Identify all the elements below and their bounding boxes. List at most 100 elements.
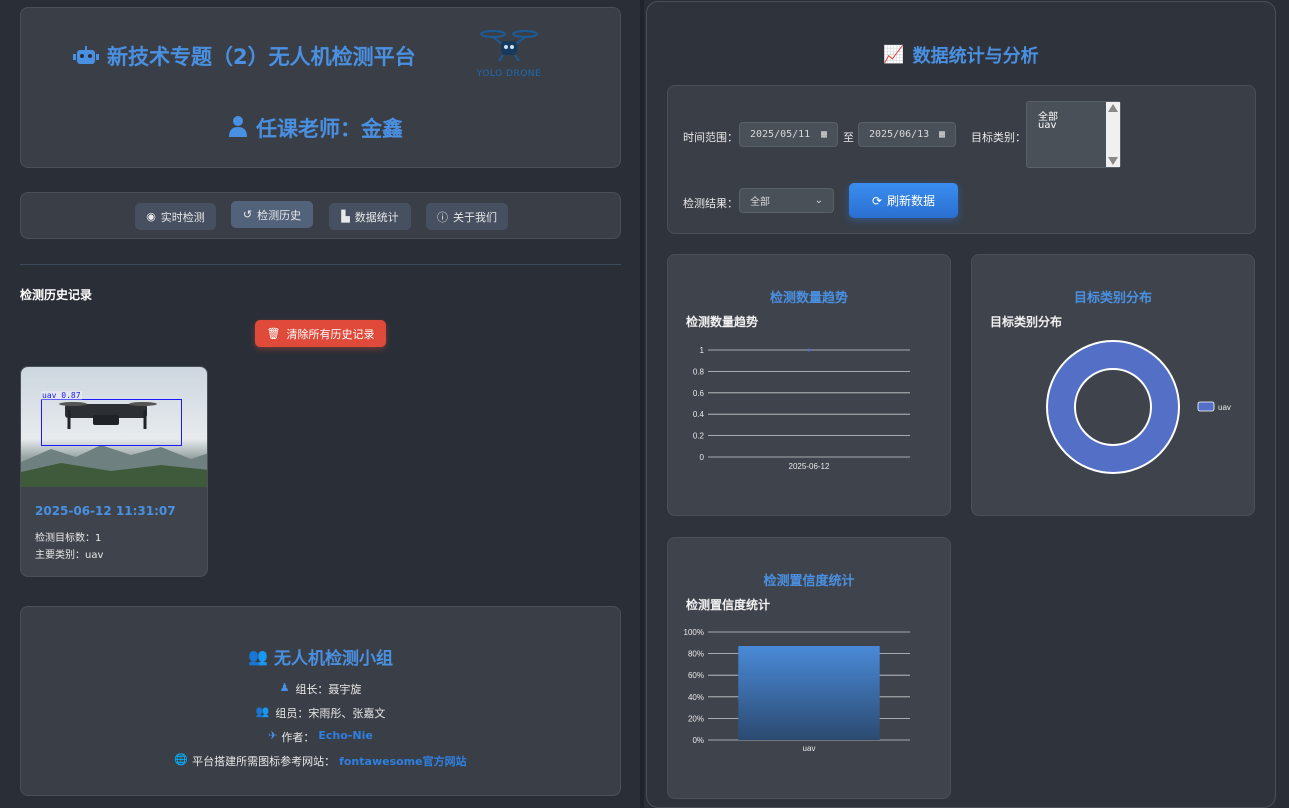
site-label: 平台搭建所需图标参考网站： — [192, 755, 336, 768]
team-leader-row: ♟ 组长：聂宇旋 — [21, 681, 620, 697]
nav-history-button[interactable]: ↺ 检测历史 — [231, 201, 313, 228]
x-tick-label: uav — [803, 744, 816, 753]
nav-about-button[interactable]: ⓘ 关于我们 — [426, 203, 508, 230]
confidence-card-title: 检测置信度统计 — [763, 574, 855, 589]
nav-bar: ◉ 实时检测 ↺ 检测历史 ▙ 数据统计 ⓘ 关于我们 — [20, 192, 621, 239]
line-chart-icon: 📈 — [883, 45, 905, 65]
teacher-label: 任课老师：金鑫 — [256, 117, 403, 141]
nav-label: 关于我们 — [453, 210, 497, 224]
record-category: 主要类别：uav — [35, 550, 104, 561]
refresh-label: 刷新数据 — [887, 194, 936, 208]
category-chart-card: 目标类别分布 目标类别分布 uav — [971, 254, 1255, 516]
legend-label: uav — [1218, 403, 1231, 412]
trend-chart-card: 检测数量趋势 检测数量趋势 0 0.2 0.4 0.6 0.8 1 2025-06-12 — [667, 254, 951, 516]
stats-title: 数据统计与分析 — [912, 46, 1039, 67]
result-label: 检测结果： — [683, 197, 738, 210]
chart-icon: ▙ — [341, 210, 350, 223]
filter-panel: 时间范围： 2025/05/11 ▦ 至 2025/06/13 ▦ 目标类别： 全部… — [667, 85, 1256, 234]
confidence-chart-title: 检测置信度统计 — [686, 598, 771, 612]
robot-icon — [73, 46, 99, 66]
calendar-icon: ▦ — [938, 129, 945, 140]
drone-logo: YOLO DRONE — [473, 25, 545, 79]
calendar-icon: ▦ — [820, 129, 827, 140]
category-donut-chart: uav — [1046, 340, 1231, 474]
scroll-down-icon[interactable] — [1108, 157, 1118, 165]
record-timestamp: 2025-06-12 11:31:07 — [35, 504, 176, 518]
detection-thumbnail: uav 0.87 — [21, 367, 207, 487]
nav-label: 检测历史 — [257, 208, 302, 222]
author-link[interactable]: Echo-Nie — [318, 729, 372, 745]
legend-swatch — [1197, 401, 1215, 412]
team-title-row: 👥 无人机检测小组 — [21, 644, 620, 669]
scroll-up-icon[interactable] — [1108, 104, 1118, 112]
to-label: 至 — [843, 131, 854, 144]
team-panel: 👥 无人机检测小组 ♟ 组长：聂宇旋 👥 组员：宋雨彤、张嘉文 ✈ 作者： Echo-N… — [20, 606, 621, 796]
chevron-down-icon: ⌄ — [814, 195, 823, 206]
result-select[interactable]: 全部 ⌄ — [739, 188, 834, 213]
data-point — [807, 348, 811, 352]
y-tick-label: 0.2 — [693, 432, 705, 441]
bounding-box — [41, 399, 182, 446]
team-leader: 组长：聂宇旋 — [295, 683, 362, 696]
divider — [20, 264, 621, 265]
nav-label: 数据统计 — [354, 210, 399, 224]
refresh-button[interactable]: ⟳ 刷新数据 — [849, 183, 958, 218]
leader-icon: ♟ — [279, 681, 290, 694]
refresh-icon: ⟳ — [871, 193, 883, 208]
y-tick-label: 1 — [700, 346, 705, 355]
nav-realtime-button[interactable]: ◉ 实时检测 — [135, 203, 216, 230]
y-tick-label: 0.6 — [693, 389, 705, 398]
page-title: 新技术专题（2）无人机检测平台 — [107, 45, 416, 69]
x-tick-label: 2025-06-12 — [789, 462, 830, 471]
y-tick-label: 0 — [700, 453, 705, 462]
bar — [738, 646, 880, 740]
stats-panel: 📈 数据统计与分析 时间范围： 2025/05/11 ▦ 至 2025/06/13… — [646, 1, 1276, 808]
y-tick-label: 40% — [688, 693, 704, 702]
date-to-input[interactable]: 2025/06/13 ▦ — [858, 122, 956, 147]
column-separator — [640, 0, 644, 808]
users-icon: 👥 — [248, 647, 268, 666]
y-tick-label: 100% — [684, 628, 704, 637]
logo-text: YOLO DRONE — [476, 69, 542, 79]
listbox-scrollbar[interactable] — [1106, 102, 1120, 167]
trend-chart-title: 检测数量趋势 — [686, 315, 759, 329]
category-option[interactable]: uav — [1038, 120, 1056, 131]
nav-stats-button[interactable]: ▙ 数据统计 — [329, 203, 411, 230]
y-tick-label: 60% — [688, 671, 704, 680]
clear-history-label: 清除所有历史记录 — [286, 327, 375, 341]
team-author-row: ✈ 作者： Echo-Nie — [21, 729, 620, 745]
category-label: 目标类别： — [971, 131, 1026, 144]
header-panel: 新技术专题（2）无人机检测平台 YOLO DRONE 任课老师：金鑫 — [20, 7, 621, 168]
clear-history-button[interactable]: 🗑 清除所有历史记录 — [255, 320, 386, 347]
trend-line-chart: 0 0.2 0.4 0.6 0.8 1 2025-06-12 — [693, 346, 910, 471]
rocket-icon: ✈ — [268, 729, 278, 742]
y-tick-label: 0.4 — [693, 410, 705, 419]
trash-icon: 🗑 — [266, 327, 281, 340]
y-tick-label: 0% — [692, 736, 704, 745]
bounding-box-label: uav 0.87 — [41, 391, 82, 400]
author-label: 作者： — [281, 731, 315, 744]
date-from-input[interactable]: 2025/05/11 ▦ — [739, 122, 838, 147]
category-listbox[interactable]: 全部 uav — [1026, 101, 1121, 168]
stats-title-row: 📈 数据统计与分析 — [647, 42, 1275, 68]
trend-card-title: 检测数量趋势 — [769, 291, 848, 306]
date-from-value: 2025/05/11 — [750, 129, 811, 140]
record-count: 检测目标数：1 — [35, 533, 102, 544]
confidence-chart-card: 检测置信度统计 检测置信度统计 0% 20% 40% 60% 80% 100% uav — [667, 537, 951, 799]
members-icon: 👥 — [255, 705, 270, 718]
camera-icon: ◉ — [146, 210, 156, 223]
site-link[interactable]: fontawesome官方网站 — [339, 753, 467, 769]
y-tick-label: 80% — [688, 650, 704, 659]
y-tick-label: 20% — [688, 714, 704, 723]
history-heading: 检测历史记录 — [20, 288, 93, 302]
info-icon: ⓘ — [437, 210, 448, 224]
confidence-bar-chart: 0% 20% 40% 60% 80% 100% uav — [684, 628, 910, 753]
nav-label: 实时检测 — [160, 210, 205, 224]
team-members-row: 👥 组员：宋雨彤、张嘉文 — [21, 705, 620, 721]
team-members: 组员：宋雨彤、张嘉文 — [275, 707, 386, 720]
category-chart-title: 目标类别分布 — [990, 315, 1063, 329]
y-tick-label: 0.8 — [693, 367, 705, 376]
result-value: 全部 — [750, 197, 770, 208]
user-icon — [229, 115, 247, 137]
history-record-card[interactable]: uav 0.87 2025-06-12 11:31:07 检测目标数：1 主要类… — [20, 366, 208, 577]
